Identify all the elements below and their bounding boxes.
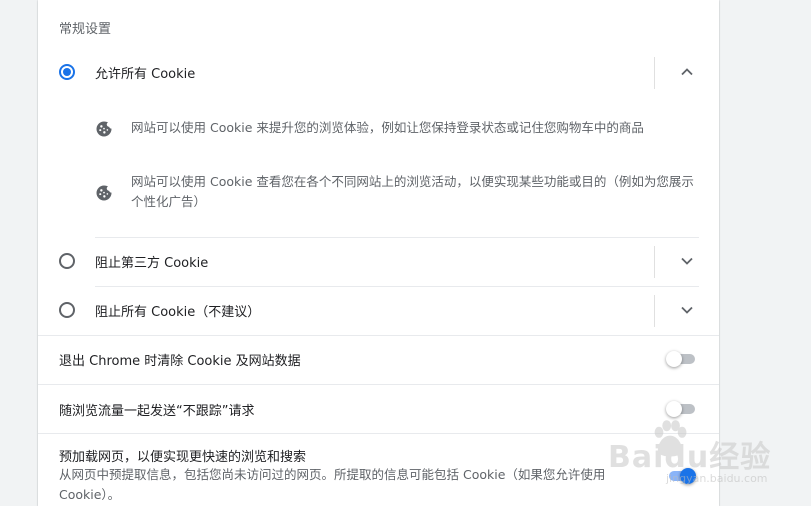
detail-text: 网站可以使用 Cookie 查看您在各个不同网站上的浏览活动，以便实现某些功能或…	[131, 174, 694, 209]
chevron-up-icon	[681, 68, 693, 76]
toggle-preload[interactable]	[666, 468, 696, 484]
expand-button-block-third-party[interactable]	[672, 247, 702, 275]
radio-row-block-third-party[interactable]: 阻止第三方 Cookie	[38, 237, 719, 285]
collapse-button-allow-all[interactable]	[672, 58, 702, 86]
radio-block-third-party[interactable]	[59, 253, 75, 269]
toggle-do-not-track[interactable]	[666, 401, 696, 417]
detail-item: 网站可以使用 Cookie 查看您在各个不同网站上的浏览活动，以便实现某些功能或…	[95, 172, 701, 216]
radio-label-allow-all: 允许所有 Cookie	[95, 67, 196, 82]
radio-label-block-third-party: 阻止第三方 Cookie	[95, 256, 209, 271]
setting-row-clear-on-exit[interactable]: 退出 Chrome 时清除 Cookie 及网站数据	[38, 335, 719, 384]
toggle-knob	[680, 468, 696, 484]
chevron-down-icon	[681, 306, 693, 314]
radio-row-block-all[interactable]: 阻止所有 Cookie（不建议）	[38, 286, 719, 334]
setting-label: 预加载网页，以便实现更快速的浏览和搜索	[59, 450, 307, 465]
toggle-knob	[666, 351, 682, 367]
setting-label: 退出 Chrome 时清除 Cookie 及网站数据	[59, 354, 301, 369]
chevron-down-icon	[681, 257, 693, 265]
setting-row-preload[interactable]: 预加载网页，以便实现更快速的浏览和搜索 从网页中预提取信息，包括您尚未访问过的网…	[38, 433, 719, 506]
setting-sublabel: 从网页中预提取信息，包括您尚未访问过的网页。所提取的信息可能包括 Cookie（…	[59, 467, 606, 502]
setting-label: 随浏览流量一起发送“不跟踪”请求	[59, 404, 255, 419]
section-title: 常规设置	[59, 22, 112, 37]
expand-button-block-all[interactable]	[672, 296, 702, 324]
detail-item: 网站可以使用 Cookie 来提升您的浏览体验，例如让您保持登录状态或记住您购物…	[95, 118, 701, 142]
toggle-knob	[666, 401, 682, 417]
cookie-icon	[96, 121, 112, 137]
divider-vertical	[654, 246, 655, 278]
radio-allow-all[interactable]	[59, 64, 75, 80]
radio-label-block-all: 阻止所有 Cookie（不建议）	[95, 305, 261, 320]
detail-text: 网站可以使用 Cookie 来提升您的浏览体验，例如让您保持登录状态或记住您购物…	[131, 120, 644, 135]
radio-row-allow-all[interactable]: 允许所有 Cookie	[38, 48, 719, 96]
setting-row-do-not-track[interactable]: 随浏览流量一起发送“不跟踪”请求	[38, 384, 719, 433]
divider-vertical	[654, 295, 655, 327]
settings-card: 常规设置 允许所有 Cookie 网站可以使用 Cookie 来提升您的浏览体验…	[38, 0, 719, 506]
divider-vertical	[654, 57, 655, 89]
toggle-clear-on-exit[interactable]	[666, 351, 696, 367]
cookie-icon	[96, 185, 112, 201]
radio-block-all[interactable]	[59, 302, 75, 318]
